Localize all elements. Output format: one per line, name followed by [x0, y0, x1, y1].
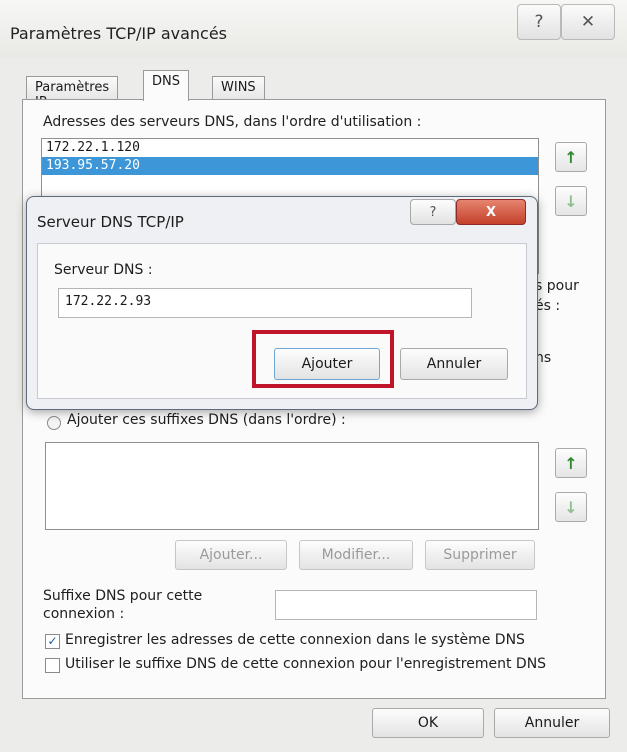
- dialog-close-button[interactable]: X: [456, 199, 526, 225]
- arrow-up-icon: ↑: [564, 147, 578, 167]
- help-button[interactable]: ?: [517, 4, 561, 40]
- highlight-box: [252, 330, 394, 388]
- register-checkbox[interactable]: ✓: [45, 634, 60, 649]
- register-checkbox-label: Enregistrer les adresses de cette connex…: [65, 632, 525, 648]
- connection-suffix-label: Suffixe DNS pour cette: [43, 588, 203, 604]
- dialog-help-button[interactable]: ?: [410, 199, 456, 225]
- suffix-down-button[interactable]: ↓: [555, 492, 587, 522]
- dns-server-input[interactable]: 172.22.2.93: [58, 288, 472, 318]
- ok-button[interactable]: OK: [372, 708, 484, 738]
- move-up-button[interactable]: ↑: [555, 142, 587, 172]
- arrow-down-icon: ↓: [564, 191, 578, 211]
- window-title: Paramètres TCP/IP avancés: [10, 24, 228, 43]
- use-suffix-checkbox-label: Utiliser le suffixe DNS de cette connexi…: [65, 656, 547, 672]
- close-button[interactable]: ✕: [561, 4, 615, 40]
- move-down-button[interactable]: ↓: [555, 186, 587, 216]
- cancel-button[interactable]: Annuler: [494, 708, 610, 738]
- suffix-modify-button[interactable]: Modifier...: [299, 540, 413, 570]
- connection-suffix-label-line2: connexion :: [43, 606, 125, 622]
- tab-wins[interactable]: WINS: [212, 76, 265, 100]
- help-icon: ?: [534, 12, 544, 32]
- suffix-add-button[interactable]: Ajouter...: [175, 540, 287, 570]
- title-bar: Paramètres TCP/IP avancés ? ✕: [0, 0, 627, 58]
- help-icon: ?: [429, 204, 437, 220]
- suffix-up-button[interactable]: ↑: [555, 448, 587, 478]
- suffix-radio[interactable]: [47, 416, 61, 430]
- obscured-text-fragment: és :: [535, 298, 561, 314]
- arrow-up-icon: ↑: [564, 453, 578, 473]
- close-icon: ✕: [580, 12, 596, 32]
- suffix-radio-label: Ajouter ces suffixes DNS (dans l'ordre) …: [67, 412, 346, 428]
- suffix-list[interactable]: [45, 442, 539, 530]
- tab-ip-settings[interactable]: Paramètres IP: [26, 76, 119, 110]
- arrow-down-icon: ↓: [564, 497, 578, 517]
- tab-dns[interactable]: DNS: [143, 70, 189, 101]
- use-suffix-checkbox[interactable]: [45, 658, 60, 673]
- suffix-delete-button[interactable]: Supprimer: [425, 540, 535, 570]
- dialog-title: Serveur DNS TCP/IP: [37, 213, 184, 231]
- list-item-selected[interactable]: 193.95.57.20: [42, 157, 538, 175]
- obscured-text-fragment: s pour: [535, 278, 579, 294]
- dns-server-label: Serveur DNS :: [54, 262, 153, 278]
- connection-suffix-input[interactable]: [275, 590, 537, 620]
- dialog-cancel-button[interactable]: Annuler: [400, 348, 508, 380]
- list-item[interactable]: 172.22.1.120: [42, 139, 538, 157]
- close-icon: X: [485, 204, 497, 220]
- dns-servers-label: Adresses des serveurs DNS, dans l'ordre …: [43, 114, 422, 130]
